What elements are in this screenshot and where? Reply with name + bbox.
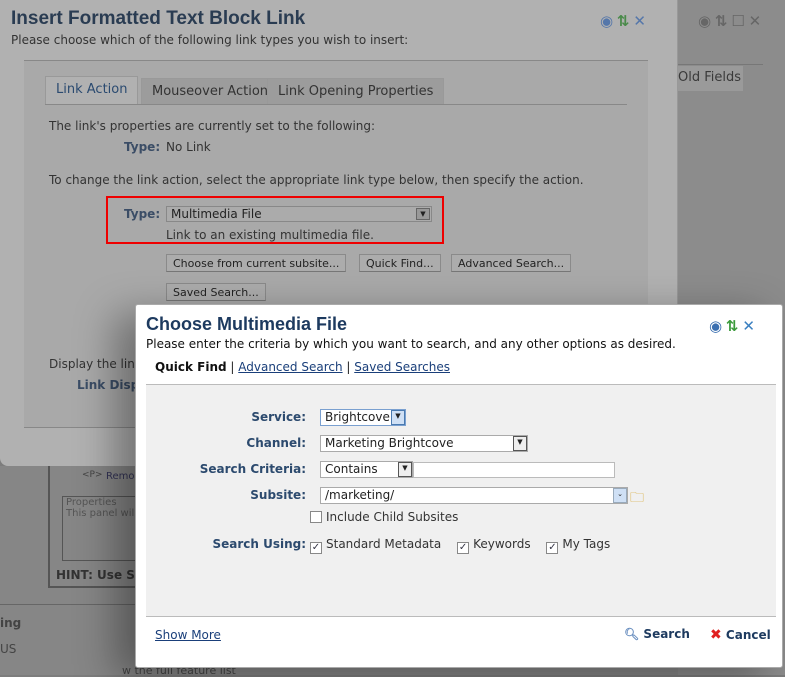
search-using-options: ✓ Standard Metadata ✓ Keywords ✓ My Tags	[310, 537, 610, 554]
search-button-label: Search	[643, 627, 690, 641]
keywords-checkbox[interactable]: ✓ Keywords	[457, 537, 531, 554]
link-display-label: Link Disp	[77, 378, 140, 392]
refresh-icon[interactable]: ⇅	[715, 12, 728, 30]
subsite-label: Subsite:	[250, 488, 306, 502]
divider	[0, 604, 135, 605]
tab-old-fields[interactable]: Old Fields	[670, 66, 743, 91]
close-icon: ✖	[710, 627, 722, 643]
advanced-search-button[interactable]: Advanced Search...	[451, 254, 572, 272]
tab-divider	[45, 104, 627, 105]
chevron-down-icon: ▼	[513, 436, 527, 451]
chevron-down-icon: ▼	[391, 410, 405, 425]
properties-text: This panel wil	[66, 508, 135, 519]
close-icon[interactable]: ✕	[633, 12, 646, 30]
service-value: Brightcove	[325, 410, 390, 424]
search-form: Service: Brightcove ▼ Channel: Marketing …	[146, 384, 776, 617]
subsite-value: /marketing/	[325, 488, 395, 502]
chevron-down-icon: ▼	[398, 462, 412, 477]
close-icon[interactable]: ✕	[742, 317, 755, 335]
maximize-icon[interactable]: ☐	[731, 12, 744, 30]
option-label: Standard Metadata	[326, 537, 442, 551]
include-child-label: Include Child Subsites	[326, 510, 459, 524]
help-icon[interactable]: ◉	[600, 12, 613, 30]
type-label: Type:	[124, 207, 161, 221]
cancel-button-label: Cancel	[725, 628, 771, 642]
nav-quick-find[interactable]: Quick Find	[155, 360, 227, 374]
change-instructions: To change the link action, select the ap…	[49, 173, 584, 187]
choose-multimedia-dialog: Choose Multimedia File Please enter the …	[135, 304, 783, 668]
p-tag: <P>	[82, 470, 103, 480]
subsite-select[interactable]: /marketing/ ⌄	[320, 487, 628, 504]
display-text: Display the link	[49, 357, 142, 371]
nav-saved-searches[interactable]: Saved Searches	[354, 360, 450, 374]
channel-value: Marketing Brightcove	[325, 436, 454, 450]
include-child-checkbox[interactable]: Include Child Subsites	[310, 510, 458, 524]
option-label: Keywords	[473, 537, 531, 551]
divider	[678, 64, 763, 65]
my-tags-checkbox[interactable]: ✓ My Tags	[546, 537, 611, 554]
type-select-value: Multimedia File	[171, 207, 262, 221]
choose-subsite-button[interactable]: Choose from current subsite...	[166, 254, 347, 272]
refresh-icon[interactable]: ⇅	[726, 317, 739, 335]
tab-link-opening-properties[interactable]: Link Opening Properties	[267, 78, 445, 105]
checkbox[interactable]: ✓	[546, 542, 559, 554]
properties-box: Properties This panel wil	[62, 496, 142, 561]
properties-legend: Properties	[66, 497, 117, 508]
search-nav: Quick Find | Advanced Search | Saved Sea…	[155, 360, 450, 374]
nav-advanced-search[interactable]: Advanced Search	[238, 360, 342, 374]
checkbox[interactable]	[310, 511, 322, 523]
type-description: Link to an existing multimedia file.	[166, 228, 374, 242]
tab-link-action[interactable]: Link Action	[45, 76, 139, 105]
quick-find-button[interactable]: Quick Find...	[359, 254, 441, 272]
checkbox[interactable]: ✓	[310, 542, 322, 554]
chevron-down-icon: ▼	[416, 208, 430, 220]
window-controls: ◉ ⇅ ☐ ✕	[698, 12, 761, 30]
current-type-label: Type:	[124, 140, 161, 154]
current-intro: The link's properties are currently set …	[49, 119, 376, 133]
service-label: Service:	[251, 410, 306, 424]
dialog-subtitle: Please enter the criteria by which you w…	[146, 337, 676, 351]
checkbox[interactable]: ✓	[457, 542, 470, 554]
criteria-label: Search Criteria:	[199, 462, 306, 476]
criteria-select[interactable]: Contains ▼	[320, 461, 413, 478]
saved-search-button[interactable]: Saved Search...	[166, 283, 266, 301]
close-icon[interactable]: ✕	[749, 12, 762, 30]
channel-label: Channel:	[246, 436, 306, 450]
channel-select[interactable]: Marketing Brightcove ▼	[320, 435, 528, 452]
background-text: US	[0, 642, 17, 656]
option-label: My Tags	[562, 537, 611, 551]
service-select[interactable]: Brightcove ▼	[320, 409, 406, 426]
type-select[interactable]: Multimedia File ▼	[166, 206, 432, 222]
background-heading: ing	[0, 616, 22, 630]
folder-browse-icon[interactable]: 🗀	[630, 487, 644, 511]
help-icon[interactable]: ◉	[709, 317, 722, 335]
standard-metadata-checkbox[interactable]: ✓ Standard Metadata	[310, 537, 442, 554]
dialog-title: Insert Formatted Text Block Link	[11, 8, 306, 29]
background-panel: <P> Remo Properties This panel wil HINT:…	[48, 466, 142, 588]
criteria-text-input[interactable]	[413, 462, 615, 478]
cancel-button[interactable]: ✖ Cancel	[710, 627, 771, 643]
tab-mouseover-action[interactable]: Mouseover Action	[141, 78, 280, 105]
dialog-controls: ◉ ⇅ ✕	[709, 317, 755, 335]
hint-text: HINT: Use S	[56, 568, 135, 582]
chevron-down-icon: ⌄	[613, 488, 627, 503]
help-icon[interactable]: ◉	[698, 12, 711, 30]
current-type-value: No Link	[166, 140, 211, 154]
remove-link[interactable]: Remo	[106, 471, 135, 482]
dialog-controls: ◉ ⇅ ✕	[600, 12, 646, 30]
dialog-title: Choose Multimedia File	[146, 314, 348, 334]
show-more-link[interactable]: Show More	[155, 628, 221, 642]
search-button[interactable]: 🔍︎ Search	[624, 627, 690, 641]
refresh-icon[interactable]: ⇅	[617, 12, 630, 30]
search-icon: 🔍︎	[624, 627, 640, 641]
criteria-value: Contains	[325, 462, 378, 476]
dialog-subtitle: Please choose which of the following lin…	[11, 33, 409, 47]
search-using-label: Search Using:	[212, 537, 306, 551]
